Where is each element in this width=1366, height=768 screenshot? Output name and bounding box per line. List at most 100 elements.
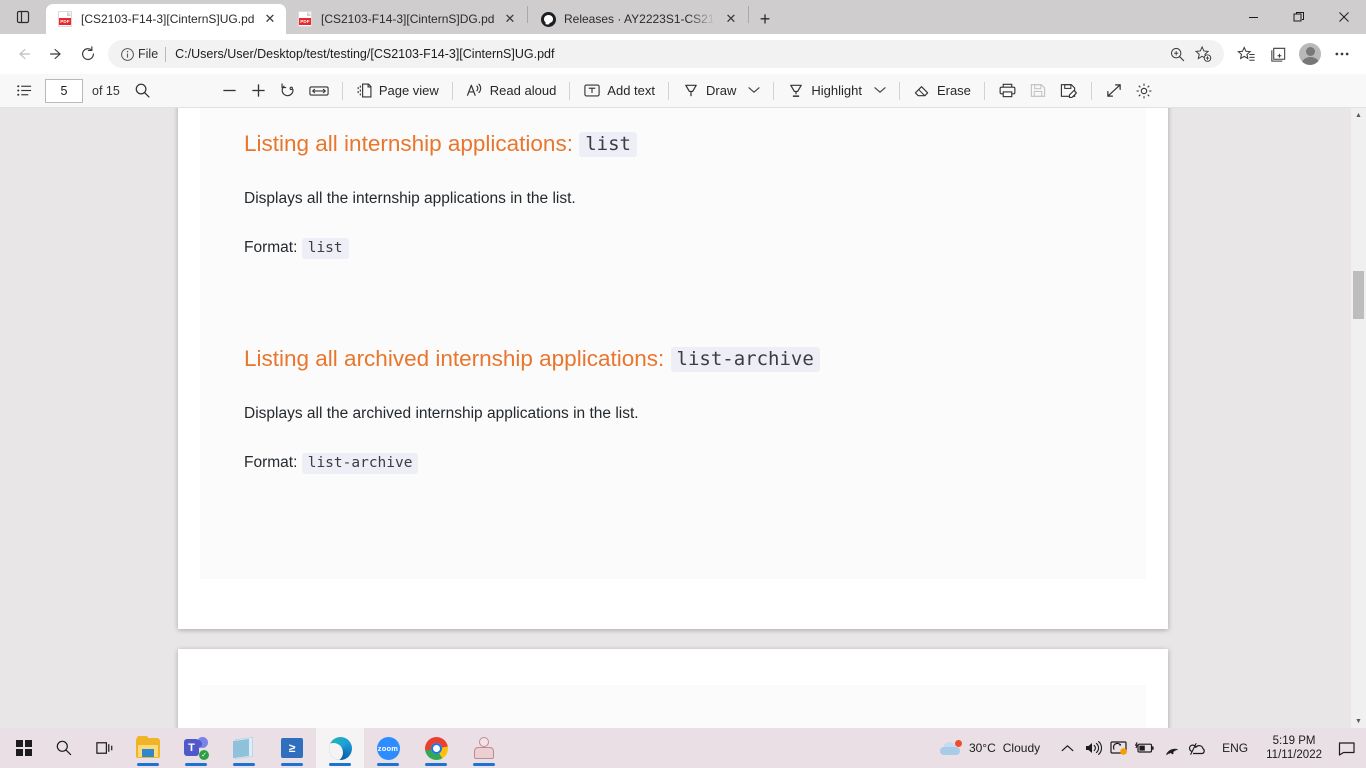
window-controls — [1231, 0, 1366, 34]
fullscreen-button[interactable] — [1099, 78, 1129, 104]
page-view-icon — [357, 83, 372, 98]
windows-taskbar: T ✓ ≥ zoom 30°C Cloudy ENG 5:19 PM 11/11… — [0, 728, 1366, 768]
task-view-button[interactable] — [84, 728, 124, 768]
github-icon — [540, 11, 556, 27]
draw-options-button[interactable] — [742, 78, 766, 104]
viewer-scrollbar[interactable]: ▲ ▼ — [1351, 108, 1366, 728]
zoom-search-icon[interactable] — [1164, 41, 1190, 67]
tab-title: Releases · AY2223S1-CS2103-F14-3/tp — [564, 12, 715, 26]
read-aloud-button[interactable]: Read aloud — [460, 78, 563, 104]
onedrive-button[interactable] — [1184, 732, 1210, 764]
save-as-icon — [1060, 84, 1077, 99]
more-options-button[interactable] — [1326, 38, 1358, 70]
toolbar-divider — [341, 81, 343, 100]
highlight-options-button[interactable] — [868, 78, 892, 104]
zoom-out-button[interactable] — [215, 78, 244, 104]
table-of-contents-icon — [17, 85, 32, 96]
battery-charging-icon — [1135, 742, 1154, 753]
section-heading: Listing all archived internship applicat… — [244, 345, 1122, 373]
fit-to-width-button[interactable] — [303, 78, 335, 104]
battery-button[interactable] — [1132, 732, 1158, 764]
save-icon — [1030, 84, 1046, 97]
minimize-icon — [1249, 16, 1258, 18]
close-icon[interactable]: ✕ — [262, 11, 278, 27]
add-text-button[interactable]: Add text — [577, 78, 661, 104]
close-icon[interactable]: ✕ — [723, 11, 739, 27]
tab-github-releases[interactable]: Releases · AY2223S1-CS2103-F14-3/tp ✕ — [529, 4, 747, 34]
pdf-page-1: Listing all internship applications: lis… — [178, 108, 1168, 629]
weather-temperature: 30°C — [968, 741, 996, 755]
volume-button[interactable] — [1080, 732, 1106, 764]
tab-actions-button[interactable] — [0, 0, 46, 34]
settings-button[interactable] — [1129, 78, 1159, 104]
show-hidden-icons-button[interactable] — [1054, 732, 1080, 764]
close-button[interactable] — [1321, 0, 1366, 34]
tab-ug-pdf[interactable]: [CS2103-F14-3][CinternS]UG.pdf ✕ — [46, 4, 286, 34]
minimize-button[interactable] — [1231, 0, 1276, 34]
omnibox-divider — [165, 46, 167, 62]
tab-dg-pdf[interactable]: [CS2103-F14-3][CinternS]DG.pdf ✕ — [286, 4, 526, 34]
taskbar-app-sticky-notes[interactable] — [220, 728, 268, 768]
scroll-up-button[interactable]: ▲ — [1351, 108, 1366, 122]
back-button[interactable] — [8, 38, 40, 70]
display-settings-button[interactable] — [1106, 732, 1132, 764]
scroll-down-button[interactable]: ▼ — [1351, 714, 1366, 728]
highlight-button[interactable]: Highlight — [781, 78, 868, 104]
erase-button[interactable]: Erase — [907, 78, 977, 104]
section-heading-text: Listing all internship applications: — [244, 131, 573, 156]
clock-widget[interactable]: 5:19 PM 11/11/2022 — [1256, 734, 1332, 762]
scrollbar-thumb[interactable] — [1353, 271, 1364, 319]
refresh-button[interactable] — [72, 38, 104, 70]
rotate-button[interactable] — [273, 78, 303, 104]
address-bar[interactable]: File C:/Users/User/Desktop/test/testing/… — [108, 40, 1224, 68]
weather-widget[interactable]: 30°C Cloudy — [930, 730, 1050, 766]
chevron-down-icon — [748, 86, 760, 96]
section-format: Format: list — [244, 236, 1122, 260]
taskbar-app-file-explorer[interactable] — [124, 728, 172, 768]
section-format: Format: list-archive — [244, 451, 1122, 475]
pdf-viewer[interactable]: Listing all internship applications: lis… — [0, 108, 1366, 728]
volume-icon — [1086, 741, 1103, 755]
collections-button[interactable] — [1262, 38, 1294, 70]
favorites-button[interactable] — [1230, 38, 1262, 70]
notifications-button[interactable] — [1332, 732, 1362, 764]
taskbar-app-intellij[interactable] — [460, 728, 508, 768]
start-button[interactable] — [4, 728, 44, 768]
taskbar-app-powershell[interactable]: ≥ — [268, 728, 316, 768]
section-heading-text: Listing all archived internship applicat… — [244, 346, 665, 371]
print-button[interactable] — [992, 78, 1023, 104]
wifi-button[interactable] — [1158, 732, 1184, 764]
new-tab-button[interactable]: + — [750, 4, 780, 34]
table-of-contents-button[interactable] — [10, 78, 39, 104]
pdf-page-2: Deleting an internship application: dele… — [178, 649, 1168, 728]
draw-button[interactable]: Draw — [676, 78, 742, 104]
pdf-toolbar: 5 of 15 Page view Read aloud Add text Dr… — [0, 74, 1366, 108]
taskbar-app-google-chrome[interactable] — [412, 728, 460, 768]
save-as-button[interactable] — [1053, 78, 1084, 104]
taskbar-app-zoom[interactable]: zoom — [364, 728, 412, 768]
maximize-button[interactable] — [1276, 0, 1321, 34]
tab-title: [CS2103-F14-3][CinternS]UG.pdf — [81, 12, 254, 26]
search-button[interactable] — [128, 78, 157, 104]
add-text-label: Add text — [607, 83, 655, 98]
format-label: Format: — [244, 238, 298, 256]
taskbar-search-button[interactable] — [44, 728, 84, 768]
profile-avatar-icon — [1299, 43, 1321, 65]
page-number-input[interactable]: 5 — [45, 78, 83, 103]
page-view-button[interactable]: Page view — [350, 78, 445, 104]
format-code: list — [301, 237, 349, 259]
zoom-in-button[interactable] — [244, 78, 273, 104]
taskbar-app-microsoft-teams[interactable]: T ✓ — [172, 728, 220, 768]
info-circle-icon[interactable] — [116, 43, 138, 65]
profile-button[interactable] — [1294, 38, 1326, 70]
forward-button[interactable] — [40, 38, 72, 70]
erase-label: Erase — [936, 83, 971, 98]
taskbar-app-microsoft-edge[interactable] — [316, 728, 364, 768]
close-icon[interactable]: ✕ — [502, 11, 518, 27]
save-button[interactable] — [1023, 78, 1053, 104]
url-text: C:/Users/User/Desktop/test/testing/[CS21… — [175, 47, 555, 61]
add-favorite-star-icon[interactable] — [1190, 41, 1216, 67]
tab-title: [CS2103-F14-3][CinternS]DG.pdf — [321, 12, 494, 26]
language-indicator[interactable]: ENG — [1214, 741, 1256, 755]
tray-icons — [1050, 732, 1214, 764]
